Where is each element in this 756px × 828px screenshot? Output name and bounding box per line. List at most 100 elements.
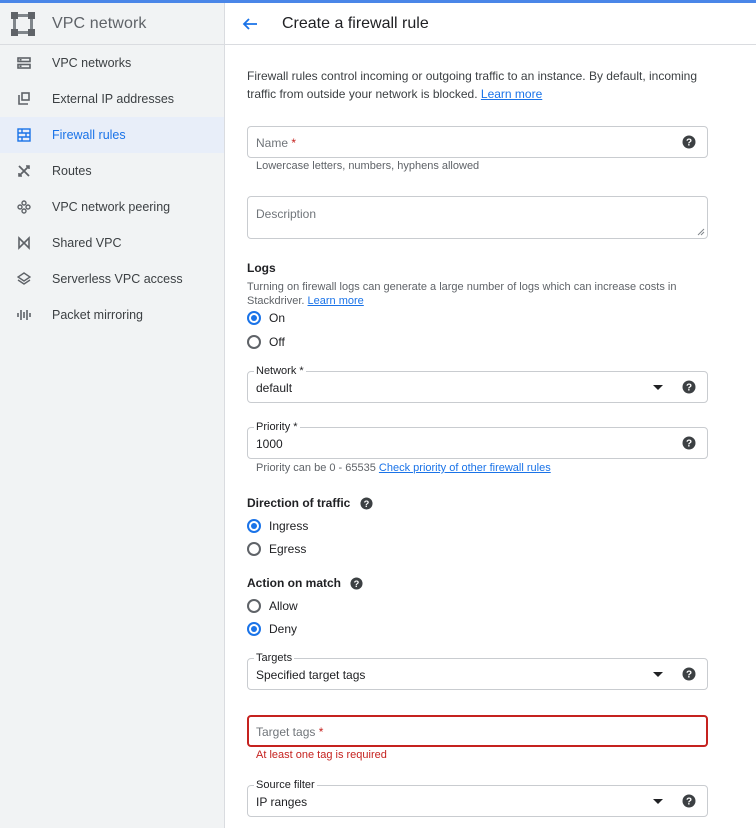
sidebar-item-shared-vpc[interactable]: Shared VPC — [0, 225, 224, 261]
radio-circle — [247, 542, 261, 556]
intro-text: Firewall rules control incoming or outgo… — [247, 67, 708, 103]
target-tags-field[interactable]: Target tags * — [247, 715, 708, 747]
target-tags-placeholder-text: Target tags — [256, 725, 316, 739]
check-priority-link[interactable]: Check priority of other firewall rules — [379, 462, 551, 474]
name-placeholder: Name * — [256, 136, 296, 150]
main-content: Create a firewall rule Firewall rules co… — [225, 3, 756, 828]
sidebar-item-label: Shared VPC — [52, 236, 122, 250]
sidebar: VPC network VPC networks External IP add… — [0, 3, 225, 828]
target-tags-error: At least one tag is required — [256, 749, 387, 761]
dropdown-caret-icon[interactable] — [653, 385, 663, 390]
vpc-networks-icon — [16, 55, 32, 71]
radio-circle — [247, 519, 261, 533]
sidebar-item-label: Packet mirroring — [52, 308, 143, 322]
targets-select[interactable]: Targets Specified target tags ? — [247, 652, 708, 690]
resize-handle-icon[interactable] — [697, 228, 705, 236]
svg-text:?: ? — [686, 670, 692, 681]
action-title: Action on match ? — [247, 576, 363, 590]
radio-circle — [247, 335, 261, 349]
page-title: Create a firewall rule — [282, 14, 429, 32]
targets-label: Targets — [254, 652, 295, 664]
routes-icon — [16, 163, 32, 179]
direction-egress-radio[interactable]: Egress — [247, 542, 306, 556]
svg-text:?: ? — [686, 383, 692, 394]
priority-label: Priority * — [254, 421, 300, 433]
svg-text:?: ? — [686, 138, 692, 149]
required-mark: * — [318, 725, 324, 739]
direction-ingress-radio[interactable]: Ingress — [247, 519, 308, 533]
required-mark: * — [291, 136, 297, 150]
priority-hint: Priority can be 0 - 65535 Check priority… — [256, 462, 551, 474]
logs-off-radio[interactable]: Off — [247, 335, 285, 349]
intro-description: Firewall rules control incoming or outgo… — [247, 69, 698, 101]
sidebar-header: VPC network — [0, 3, 224, 45]
action-allow-radio[interactable]: Allow — [247, 599, 298, 613]
back-arrow-icon[interactable] — [242, 15, 260, 33]
action-deny-radio[interactable]: Deny — [247, 622, 297, 636]
radio-label: Off — [269, 335, 285, 349]
logs-title: Logs — [247, 261, 276, 275]
help-icon[interactable]: ? — [350, 577, 363, 590]
help-icon[interactable]: ? — [682, 794, 696, 808]
help-icon[interactable]: ? — [682, 380, 696, 394]
sidebar-item-firewall-rules[interactable]: Firewall rules — [0, 117, 224, 153]
network-select[interactable]: Network * default ? — [247, 365, 708, 403]
external-ip-icon — [16, 91, 32, 107]
sidebar-item-label: Routes — [52, 164, 92, 178]
direction-title: Direction of traffic ? — [247, 496, 373, 510]
sidebar-item-label: External IP addresses — [52, 92, 175, 106]
intro-learn-more-link[interactable]: Learn more — [481, 87, 542, 101]
description-field[interactable]: Description — [247, 196, 708, 239]
source-filter-label: Source filter — [254, 779, 317, 791]
firewall-icon — [16, 127, 32, 143]
packet-mirroring-icon — [16, 307, 32, 323]
source-filter-value: IP ranges — [256, 795, 308, 809]
sidebar-item-packet-mirroring[interactable]: Packet mirroring — [0, 297, 224, 333]
peering-icon — [16, 199, 32, 215]
network-value: default — [256, 381, 293, 395]
sidebar-item-vpc-networks[interactable]: VPC networks — [0, 45, 224, 81]
name-hint: Lowercase letters, numbers, hyphens allo… — [256, 160, 480, 172]
sidebar-item-vpc-network-peering[interactable]: VPC network peering — [0, 189, 224, 225]
name-field[interactable]: Name * ? — [247, 126, 708, 158]
svg-text:?: ? — [686, 439, 692, 450]
logs-learn-more-link[interactable]: Learn more — [308, 295, 364, 307]
radio-circle — [247, 599, 261, 613]
help-icon[interactable]: ? — [682, 135, 696, 149]
help-icon[interactable]: ? — [682, 436, 696, 450]
name-placeholder-text: Name — [256, 136, 289, 150]
page-header: Create a firewall rule — [225, 3, 756, 45]
sidebar-title: VPC network — [52, 14, 147, 32]
serverless-vpc-icon — [16, 271, 32, 287]
sidebar-item-routes[interactable]: Routes — [0, 153, 224, 189]
dropdown-caret-icon[interactable] — [653, 799, 663, 804]
sidebar-item-external-ip-addresses[interactable]: External IP addresses — [0, 81, 224, 117]
radio-label: Deny — [269, 622, 298, 636]
dropdown-caret-icon[interactable] — [653, 672, 663, 677]
radio-circle — [247, 622, 261, 636]
radio-label: Egress — [269, 542, 307, 556]
sidebar-item-label: VPC network peering — [52, 200, 171, 214]
logs-description: Turning on firewall logs can generate a … — [247, 280, 708, 308]
priority-hint-text: Priority can be 0 - 65535 — [256, 462, 376, 474]
source-filter-select[interactable]: Source filter IP ranges ? — [247, 779, 708, 817]
svg-text:?: ? — [363, 499, 369, 509]
priority-value: 1000 — [256, 437, 283, 451]
sidebar-item-label: VPC networks — [52, 56, 132, 70]
svg-text:?: ? — [686, 797, 692, 808]
help-icon[interactable]: ? — [360, 497, 373, 510]
radio-label: Ingress — [269, 519, 309, 533]
target-tags-placeholder: Target tags * — [256, 725, 323, 739]
priority-field[interactable]: Priority * 1000 ? — [247, 421, 708, 459]
help-icon[interactable]: ? — [682, 667, 696, 681]
sidebar-nav: VPC networks External IP addresses Firew… — [0, 45, 224, 333]
direction-title-text: Direction of traffic — [247, 496, 351, 510]
description-placeholder: Description — [256, 207, 317, 221]
svg-text:?: ? — [354, 579, 360, 589]
vpc-network-logo-icon — [11, 11, 35, 36]
sidebar-item-serverless-vpc-access[interactable]: Serverless VPC access — [0, 261, 224, 297]
logs-on-radio[interactable]: On — [247, 311, 285, 325]
radio-circle — [247, 311, 261, 325]
action-title-text: Action on match — [247, 576, 342, 590]
radio-label: On — [269, 311, 286, 325]
